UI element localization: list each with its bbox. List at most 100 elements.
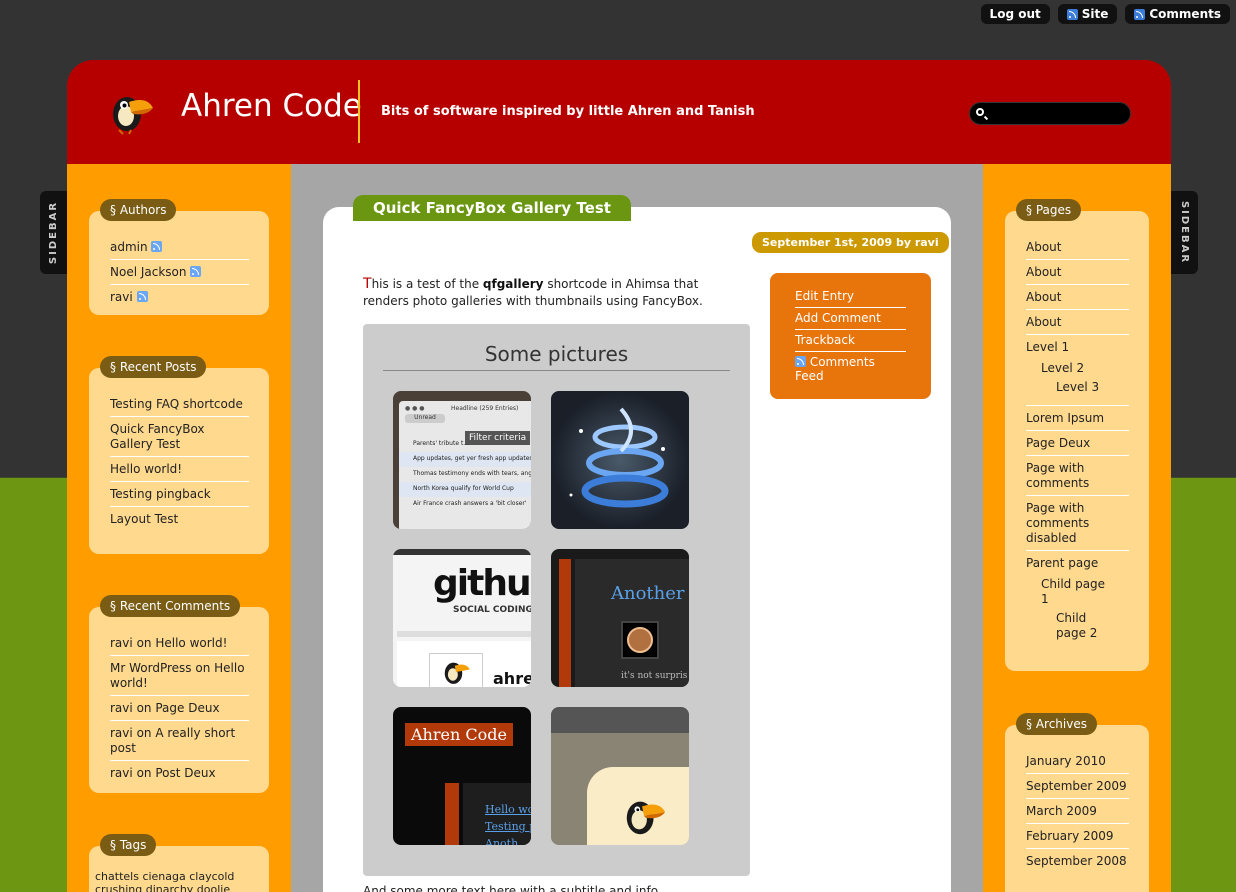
widget-title: § Archives [1016, 713, 1097, 735]
author-item: admin [110, 235, 249, 260]
gallery-thumbnail[interactable]: Ahren Code Hello wo Testing p Anoth [393, 707, 531, 845]
page-link[interactable]: Level 1 [1026, 335, 1129, 359]
author-item: ravi [110, 285, 249, 309]
sidebar-toggle-right[interactable]: SIDEBAR [1171, 191, 1198, 274]
author-item: Noel Jackson [110, 260, 249, 285]
site-feed-link[interactable]: Site [1057, 4, 1118, 24]
author-link[interactable]: admin [110, 240, 148, 254]
edit-entry-link[interactable]: Edit Entry [795, 286, 906, 308]
page-link[interactable]: Child page 2 [1026, 609, 1116, 643]
profile-name-text: ahre [493, 669, 531, 687]
widget-title: § Pages [1016, 199, 1082, 221]
author-link[interactable]: ravi [110, 290, 133, 304]
sidebar-toggle-left[interactable]: SIDEBAR [40, 191, 67, 274]
comment-author-link[interactable]: ravi [110, 636, 133, 650]
gallery-thumbnail[interactable]: ● ● ● Headline (259 Entries) Unread Filt… [393, 391, 531, 529]
recent-comment-item: ravi on Page Deux [110, 696, 249, 721]
site-feed-label: Site [1081, 7, 1109, 21]
post-small-text: it's not surpris [621, 671, 688, 681]
logout-link[interactable]: Log out [980, 4, 1050, 24]
archive-link[interactable]: March 2009 [1026, 799, 1129, 824]
page-link[interactable]: About [1026, 310, 1129, 335]
page-link[interactable]: About [1026, 285, 1129, 310]
top-nav: Log out Site Comments [980, 4, 1230, 24]
header-divider [358, 80, 360, 143]
comment-post-link[interactable]: Post Deux [155, 766, 215, 780]
comment-post-link[interactable]: Page Deux [155, 701, 219, 715]
widget-title: § Recent Comments [100, 595, 241, 617]
gallery-thumbnail[interactable]: github SOCIAL CODING ahre [393, 549, 531, 687]
drop-cap: T [363, 276, 372, 292]
site-title[interactable]: Ahren Code [181, 88, 362, 124]
swirl-image [569, 407, 669, 508]
toucan-logo-icon[interactable] [107, 88, 155, 136]
sidebar-link-text: Testing p [485, 820, 531, 833]
page-link[interactable]: About [1026, 260, 1129, 285]
search-input[interactable] [990, 105, 1126, 122]
page-link[interactable]: Parent page [1026, 551, 1129, 575]
recent-post-link[interactable]: Layout Test [110, 507, 249, 531]
page-link[interactable]: About [1026, 235, 1129, 260]
archive-link[interactable]: January 2010 [1026, 749, 1129, 774]
post-title[interactable]: Quick FancyBox Gallery Test [353, 195, 631, 221]
page-link[interactable]: Page Deux [1026, 431, 1129, 456]
widget-title: § Authors [100, 199, 177, 221]
page-link[interactable]: Level 3 [1026, 378, 1129, 406]
gallery-thumbnail[interactable]: Another t it's not surpris [551, 549, 689, 687]
brand-text: Ahren Code [405, 723, 513, 746]
recent-comment-item: Mr WordPress on Hello world! [110, 656, 249, 696]
comment-on-text: on [136, 636, 152, 650]
comment-on-text: on [136, 766, 152, 780]
add-comment-link[interactable]: Add Comment [795, 308, 906, 330]
recent-post-link[interactable]: Testing pingback [110, 482, 249, 507]
comment-author-link[interactable]: ravi [110, 701, 133, 715]
recent-post-link[interactable]: Quick FancyBox Gallery Test [110, 417, 249, 457]
intro-text-a: his is a test of the [371, 277, 483, 291]
rss-icon[interactable] [190, 266, 202, 277]
sidebar-link-text: Hello wo [485, 803, 531, 816]
widget-title: § Tags [100, 834, 157, 856]
post-heading-text: Another t [611, 583, 689, 604]
rss-icon [1066, 8, 1078, 20]
archive-link[interactable]: September 2009 [1026, 774, 1129, 799]
gallery-thumbnail[interactable] [551, 391, 689, 529]
archives-widget: § Archives January 2010 September 2009 M… [1005, 713, 1149, 892]
page-link[interactable]: Child page 1 [1026, 575, 1106, 609]
rss-icon[interactable] [151, 241, 163, 252]
post-body-text: And some more text here with a subtitle … [363, 884, 674, 892]
search-box [969, 102, 1131, 125]
archive-link[interactable]: February 2009 [1026, 824, 1129, 849]
gallery-title: Some pictures [383, 342, 730, 371]
gallery-thumbnail[interactable] [551, 707, 689, 845]
site-header: Ahren Code Bits of software inspired by … [67, 60, 1171, 164]
comments-feed-link[interactable]: Comments [1125, 4, 1230, 24]
headline-label: Headline (259 Entries) [451, 405, 519, 412]
comment-post-link[interactable]: Hello world! [155, 636, 227, 650]
feed-item: Thomas testimony ends with tears, ange [413, 470, 531, 477]
recent-post-link[interactable]: Testing FAQ shortcode [110, 392, 249, 417]
post-intro: This is a test of the qfgallery shortcod… [363, 276, 743, 310]
tag-cloud[interactable]: chattels cienaga claycold crushing dinar… [95, 870, 263, 892]
comment-author-link[interactable]: Mr WordPress [110, 661, 192, 675]
archive-link[interactable]: September 2008 [1026, 849, 1129, 873]
page-link[interactable]: Page with comments [1026, 456, 1129, 496]
comment-on-text: on [136, 701, 152, 715]
comment-author-link[interactable]: ravi [110, 726, 133, 740]
rss-icon[interactable] [136, 291, 148, 302]
feed-item: North Korea qualify for World Cup [399, 482, 531, 497]
trackback-link[interactable]: Trackback [795, 330, 906, 352]
page-link[interactable]: Lorem Ipsum [1026, 406, 1129, 431]
feed-item: App updates, get yer fresh app updates [399, 452, 531, 467]
recent-post-link[interactable]: Hello world! [110, 457, 249, 482]
comments-feed-item[interactable]: Comments Feed [795, 352, 906, 387]
comment-author-link[interactable]: ravi [110, 766, 133, 780]
page-link[interactable]: Page with comments disabled [1026, 496, 1129, 551]
author-link[interactable]: Noel Jackson [110, 265, 187, 279]
page-link[interactable]: Level 2 [1026, 359, 1129, 378]
widget-title: § Recent Posts [100, 356, 207, 378]
sidebar-toggle-label: SIDEBAR [48, 200, 59, 265]
shortcode-name: qfgallery [482, 277, 544, 291]
github-subtitle: SOCIAL CODING [453, 605, 531, 615]
sidebar-link-text: Anoth [485, 837, 519, 845]
toucan-icon [626, 801, 666, 835]
